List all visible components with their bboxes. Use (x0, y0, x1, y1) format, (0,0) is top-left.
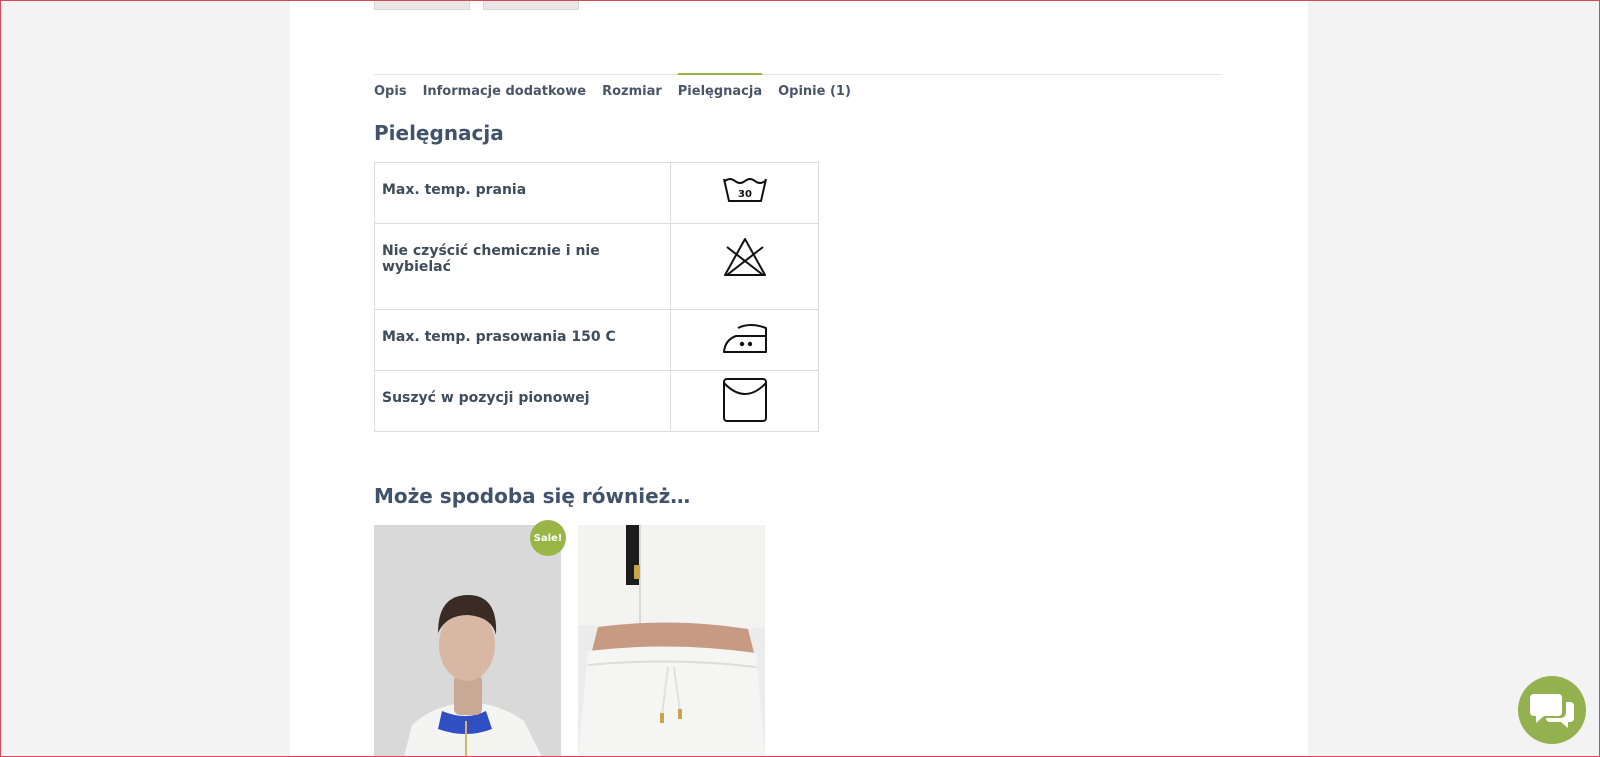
no-bleach-icon (723, 238, 766, 276)
tab-rozmiar[interactable]: Rozmiar (602, 73, 662, 104)
tab-opinie[interactable]: Opinie (1) (778, 73, 851, 104)
product-card-image[interactable] (374, 525, 561, 757)
product-card-image[interactable] (578, 525, 765, 757)
product-page: Opis Informacje dodatkowe Rozmiar Pielęg… (290, 0, 1308, 757)
product-tabs: Opis Informacje dodatkowe Rozmiar Pielęg… (374, 73, 867, 104)
table-row: Max. temp. prasowania 150 C (373, 309, 819, 371)
tab-informacje-dodatkowe[interactable]: Informacje dodatkowe (423, 73, 587, 104)
care-label: Suszyć w pozycji pionowej (373, 370, 672, 432)
chat-button[interactable] (1518, 676, 1586, 744)
table-row: Max. temp. prania 30 (373, 162, 819, 224)
tab-pielegnacja[interactable]: Pielęgnacja (677, 73, 763, 104)
care-label: Max. temp. prania (373, 162, 672, 224)
table-row: Suszyć w pozycji pionowej (373, 370, 819, 432)
man-white-jacket-photo (374, 525, 561, 757)
wash-temp-text: 30 (738, 189, 752, 200)
care-section-title: Pielęgnacja (374, 121, 504, 145)
care-table: Max. temp. prania 30 Nie czyścić chemicz… (373, 162, 819, 432)
wash-30-icon: 30 (722, 178, 767, 202)
line-dry-icon (722, 378, 767, 422)
care-label: Max. temp. prasowania 150 C (373, 309, 672, 371)
gallery-thumbnail[interactable] (374, 0, 470, 10)
white-tracksuit-photo (578, 525, 765, 757)
gallery-thumbnail[interactable] (483, 0, 579, 10)
gallery-thumbnails (374, 0, 579, 10)
care-label: Nie czyścić chemicznie i nie wybielać (373, 223, 672, 310)
related-products-title: Może spodoba się również… (374, 484, 691, 508)
tab-opis[interactable]: Opis (374, 73, 407, 104)
sale-badge: Sale! (530, 520, 566, 556)
chat-bubbles-icon (1530, 694, 1574, 728)
iron-two-dots-icon (722, 324, 767, 353)
table-row: Nie czyścić chemicznie i nie wybielać (373, 223, 819, 310)
